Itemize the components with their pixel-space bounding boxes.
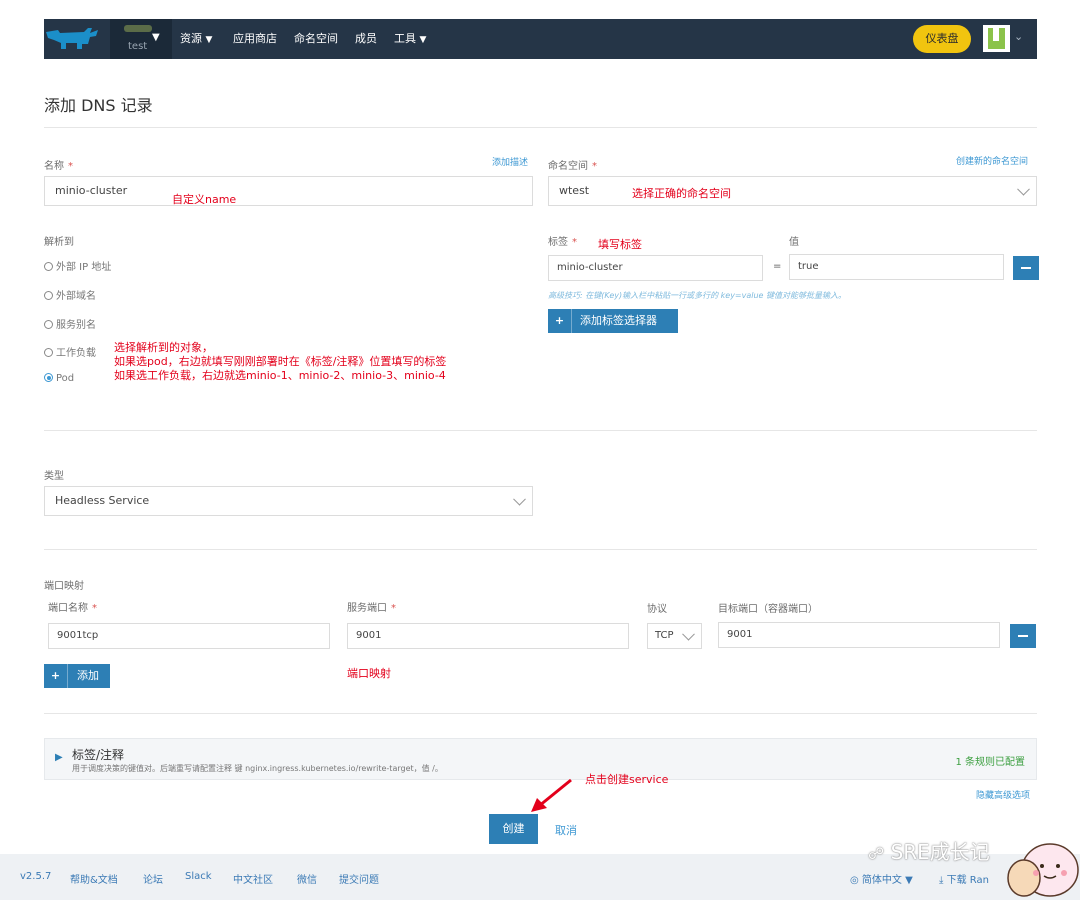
chevron-down-icon: ▼ xyxy=(419,35,427,45)
radio-external-domain[interactable]: 外部域名 xyxy=(44,287,96,302)
name-input[interactable]: minio-cluster xyxy=(44,176,533,206)
port-name-label: 端口名称 * xyxy=(48,603,97,614)
chevron-down-icon: ▼ xyxy=(905,875,913,886)
radio-external-ip[interactable]: 外部 IP 地址 xyxy=(44,258,111,273)
rules-status: 1 条规则已配置 xyxy=(955,757,1025,768)
chevron-down-icon xyxy=(682,627,695,641)
annotation-label-note: 填写标签 xyxy=(598,238,642,251)
version-link[interactable]: v2.5.7 xyxy=(20,871,51,882)
nav-app-store[interactable]: 应用商店 xyxy=(233,19,277,59)
service-port-label: 服务端口 * xyxy=(347,603,396,614)
namespace-label: 命名空间 * xyxy=(548,161,597,172)
plus-icon: + xyxy=(44,664,68,688)
protocol-select[interactable]: TCP xyxy=(647,623,702,649)
rancher-logo[interactable] xyxy=(44,24,100,54)
radio-selected-icon xyxy=(44,373,53,382)
download-icon: ⤓ xyxy=(939,875,944,886)
footer-issue-link[interactable]: 提交问题 xyxy=(339,871,379,886)
annotation-create-note: 点击创建service xyxy=(585,773,669,786)
avatar[interactable] xyxy=(983,25,1010,52)
language-select[interactable]: ◎ 简体中文 ▼ xyxy=(850,871,913,886)
chevron-down-icon: ▼ xyxy=(152,32,160,43)
chevron-down-icon xyxy=(1017,182,1030,196)
accordion-title: 标签/注释 xyxy=(72,748,125,762)
add-description-link[interactable]: 添加描述 xyxy=(492,155,528,168)
nav-members[interactable]: 成员 xyxy=(355,19,377,59)
red-arrow-icon xyxy=(531,778,572,812)
type-label: 类型 xyxy=(44,471,64,482)
nav-tools[interactable]: 工具 ▼ xyxy=(394,19,426,59)
protocol-label: 协议 xyxy=(647,604,667,615)
chevron-down-icon[interactable]: ⌄ xyxy=(1014,30,1023,43)
annotation-port-note: 端口映射 xyxy=(347,667,391,680)
label-tip: 高级技巧: 在键(Key)输入栏中粘贴一行或多行的 key=value 键值对能… xyxy=(548,291,847,300)
label-value-input[interactable]: true xyxy=(789,254,1004,280)
target-port-input[interactable]: 9001 xyxy=(718,622,1000,648)
annotation-name-note: 自定义name xyxy=(172,193,237,206)
cartoon-sticker xyxy=(1007,843,1079,897)
chevron-down-icon: ▼ xyxy=(205,35,213,45)
nav-namespaces[interactable]: 命名空间 xyxy=(294,19,338,59)
dashboard-button[interactable]: 仪表盘 xyxy=(913,25,971,53)
cluster-switcher[interactable]: test ▼ xyxy=(110,19,172,59)
create-button[interactable]: 创建 xyxy=(489,814,538,844)
download-link[interactable]: ⤓ 下载 Ran xyxy=(939,871,989,886)
radio-icon xyxy=(44,262,53,271)
cluster-project-blur xyxy=(124,25,152,32)
page-title: 添加 DNS 记录 xyxy=(44,96,153,115)
name-label: 名称 * xyxy=(44,161,73,172)
globe-icon: ◎ xyxy=(850,875,859,886)
port-mapping-label: 端口映射 xyxy=(44,581,84,592)
plus-icon: + xyxy=(548,309,572,333)
annotation-namespace-note: 选择正确的命名空间 xyxy=(632,187,731,200)
nav-resources[interactable]: 资源 ▼ xyxy=(180,19,212,59)
namespace-select[interactable]: wtest xyxy=(548,176,1037,206)
accordion-subtitle: 用于调度决策的键值对。后端重写请配置注释 键 nginx.ingress.kub… xyxy=(72,764,443,773)
footer-help-link[interactable]: 帮助&文档 xyxy=(70,871,118,886)
label-key-input[interactable]: minio-cluster xyxy=(548,255,763,281)
footer-wechat-link[interactable]: 微信 xyxy=(297,871,317,886)
service-port-input[interactable]: 9001 xyxy=(347,623,629,649)
remove-port-button[interactable] xyxy=(1010,624,1036,648)
add-port-button[interactable]: + 添加 xyxy=(44,664,110,688)
hide-advanced-link[interactable]: 隐藏高级选项 xyxy=(976,788,1030,801)
annotation-resolve-note: 选择解析到的对象， 如果选pod，右边就填写刚刚部署时在《标签/注释》位置填写的… xyxy=(114,341,447,382)
radio-workload[interactable]: 工作负载 xyxy=(44,344,96,359)
add-label-selector-button[interactable]: + 添加标签选择器 xyxy=(548,309,678,333)
footer-forum-link[interactable]: 论坛 xyxy=(143,871,163,886)
remove-label-button[interactable] xyxy=(1013,256,1039,280)
target-port-label: 目标端口（容器端口） xyxy=(718,604,818,615)
divider xyxy=(44,127,1037,128)
resolve-to-label: 解析到 xyxy=(44,237,74,248)
divider xyxy=(44,549,1037,550)
radio-icon xyxy=(44,291,53,300)
label-key-label: 标签 * xyxy=(548,237,577,248)
port-name-input[interactable]: 9001tcp xyxy=(48,623,330,649)
divider xyxy=(44,713,1037,714)
equals-sign: = xyxy=(773,261,782,272)
footer-community-link[interactable]: 中文社区 xyxy=(233,871,273,886)
create-namespace-link[interactable]: 创建新的命名空间 xyxy=(956,154,1028,167)
radio-icon xyxy=(44,348,53,357)
chevron-down-icon xyxy=(513,492,526,506)
radio-icon xyxy=(44,320,53,329)
caret-right-icon: ▶ xyxy=(55,752,63,763)
radio-service-alias[interactable]: 服务别名 xyxy=(44,316,96,331)
radio-pod[interactable]: Pod xyxy=(44,373,74,384)
footer-slack-link[interactable]: Slack xyxy=(185,871,212,882)
cluster-name: test xyxy=(128,41,148,52)
divider xyxy=(44,430,1037,431)
wechat-icon: ☍ xyxy=(868,844,885,863)
type-select[interactable]: Headless Service xyxy=(44,486,533,516)
label-value-label: 值 xyxy=(789,237,799,248)
watermark-text: ☍ SRE成长记 xyxy=(868,840,990,864)
labels-annotations-accordion[interactable]: ▶ 标签/注释 用于调度决策的键值对。后端重写请配置注释 键 nginx.ing… xyxy=(44,738,1037,780)
cancel-button[interactable]: 取消 xyxy=(555,822,577,838)
